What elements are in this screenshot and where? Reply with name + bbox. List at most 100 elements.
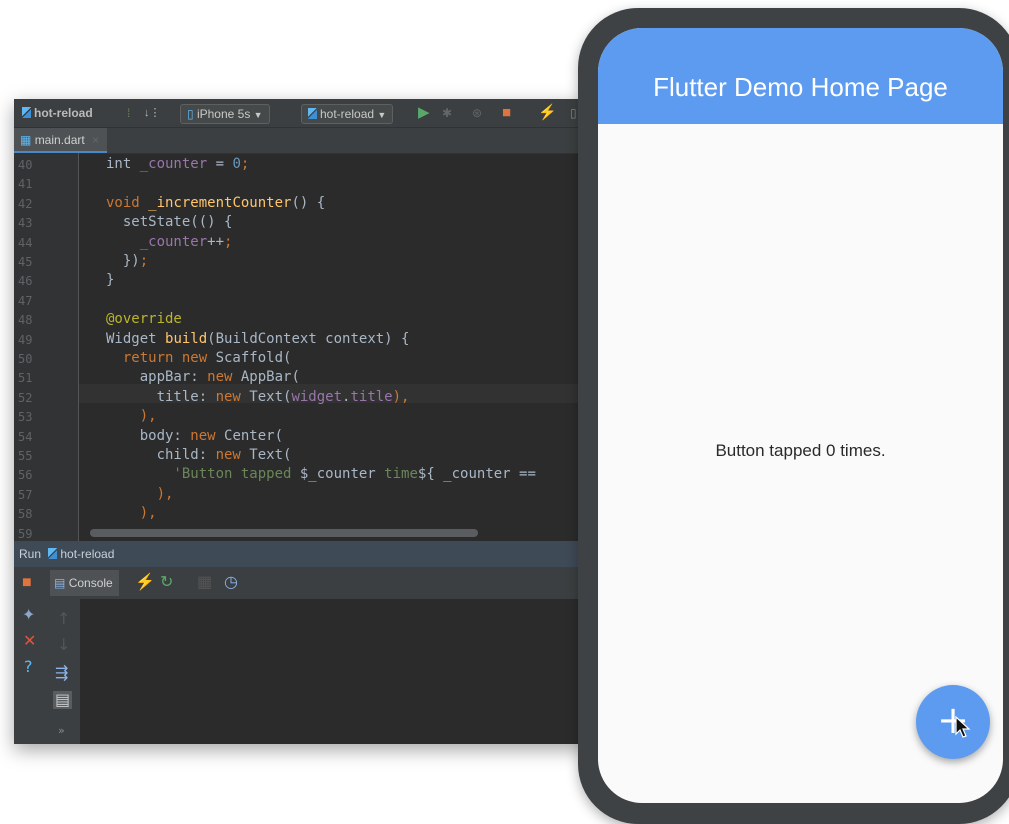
run-panel-header: Run hot-reload	[14, 541, 589, 567]
hot-reload-icon[interactable]: ⚡	[135, 575, 155, 591]
project-crumb[interactable]: hot-reload	[22, 104, 93, 122]
increment-fab-button[interactable]: +	[916, 685, 990, 759]
code-token: (BuildContext context) {	[207, 330, 410, 347]
close-icon[interactable]: ×	[92, 133, 99, 147]
code-token: child:	[106, 447, 216, 463]
tab-main-dart[interactable]: ▦ main.dart ×	[14, 128, 108, 153]
code-token: widget	[291, 388, 343, 405]
code-token: int	[106, 156, 140, 172]
line-number: 43	[18, 216, 33, 231]
code-line: appBar: new AppBar(	[106, 369, 300, 385]
code-token: ),	[106, 408, 157, 425]
run-config-label: hot-reload	[60, 547, 115, 561]
run-icon[interactable]: ▶	[418, 104, 430, 122]
line-number: 40	[18, 158, 33, 172]
line-number: 56	[18, 468, 33, 483]
code-token: 0	[232, 156, 241, 172]
code-token: Widget	[106, 330, 166, 347]
sort-icon[interactable]: ↓⋮	[144, 104, 161, 122]
line-number: 47	[18, 293, 33, 308]
code-token: void	[106, 194, 149, 211]
line-number: 58	[18, 507, 33, 522]
code-token: new	[215, 388, 250, 405]
timer-icon[interactable]: ◷	[224, 575, 238, 591]
scroll-to-end-icon[interactable]: ▤	[53, 691, 73, 709]
ide-toolbar: hot-reload ⁞ ↓⋮ ▯ iPhone 5s ▼ hot-reload…	[14, 99, 589, 128]
stop-icon[interactable]: ■	[22, 575, 32, 591]
chevron-down-icon: ▼	[253, 110, 263, 120]
arrow-down-icon[interactable]: ↓	[57, 637, 70, 653]
code-token: Scaffold(	[215, 350, 292, 366]
code-token: $_counter	[299, 466, 376, 483]
code-line: ),	[106, 408, 157, 424]
code-line: body: new Center(	[106, 428, 283, 444]
console-icon: ▤	[54, 576, 66, 590]
code-token: })	[106, 253, 140, 269]
device-selector[interactable]: ▯ iPhone 5s ▼	[180, 104, 270, 124]
more-icon[interactable]: »	[58, 723, 65, 739]
code-editor[interactable]: int _counter = 0; void _incrementCounter(…	[79, 153, 589, 541]
line-number: 49	[18, 332, 33, 347]
close-icon[interactable]: ✕	[23, 633, 36, 649]
tab-console[interactable]: ▤ Console	[50, 570, 119, 596]
console-side-toolbar: ↑ ↓ ⇶ ▤ »	[46, 599, 81, 744]
run-toolbar: ■ ▤ Console ⚡ ↻ ▦ ◷	[14, 567, 589, 600]
inspector-icon[interactable]: ▦	[197, 575, 212, 591]
hot-restart-icon[interactable]: ↻	[160, 575, 173, 591]
code-token: @override	[106, 311, 182, 328]
code-line: 'Button tapped $_counter time${ _counter…	[106, 466, 535, 483]
arrow-up-icon[interactable]: ↑	[57, 611, 70, 627]
line-number: 55	[18, 449, 33, 463]
code-token: ),	[106, 505, 157, 522]
code-line: Widget build(BuildContext context) {	[106, 331, 409, 347]
code-line: ),	[106, 505, 157, 521]
hot-reload-icon[interactable]: ⚡	[538, 104, 557, 122]
phone-frame: Flutter Demo Home Page Button tapped 0 t…	[578, 8, 1009, 824]
code-token: () {	[291, 194, 326, 211]
device-name: iPhone 5s	[196, 107, 251, 121]
flutter-icon	[22, 107, 31, 118]
code-token: Text(	[249, 388, 292, 405]
code-token: ++	[207, 233, 225, 250]
structure-icon[interactable]: ⁞	[127, 104, 130, 122]
soft-wrap-icon[interactable]: ⇶	[55, 665, 68, 681]
code-token: new	[207, 369, 241, 386]
run-config-name: hot-reload	[320, 107, 375, 121]
dart-file-icon: ▦	[20, 133, 32, 147]
chevron-down-icon: ▼	[377, 110, 387, 120]
run-config-selector[interactable]: hot-reload ▼	[301, 104, 394, 124]
line-number: 44	[18, 235, 33, 250]
code-token: ;	[139, 253, 149, 269]
pin-icon[interactable]: ✦	[22, 607, 35, 623]
attach-icon[interactable]: ⊛	[472, 104, 482, 122]
debug-icon[interactable]: ✱	[442, 104, 452, 122]
code-token: setState(() {	[106, 214, 233, 231]
line-number: 41	[18, 177, 33, 192]
flutter-icon	[48, 548, 58, 559]
stop-icon[interactable]: ■	[502, 104, 511, 122]
plus-icon: +	[937, 698, 969, 742]
ide-window: hot-reload ⁞ ↓⋮ ▯ iPhone 5s ▼ hot-reload…	[14, 99, 589, 744]
help-icon[interactable]: ?	[24, 659, 33, 675]
line-number: 48	[18, 313, 33, 328]
line-number: 51	[18, 371, 33, 386]
more-icon[interactable]: ▯	[570, 104, 577, 122]
horizontal-scrollbar[interactable]	[90, 529, 478, 537]
code-line: child: new Text(	[106, 447, 292, 463]
code-line: setState(() {	[106, 214, 233, 231]
code-token: Text(	[249, 447, 292, 463]
console-output[interactable]	[81, 599, 589, 744]
code-token: Center(	[224, 427, 284, 444]
code-token: _incrementCounter	[148, 194, 292, 211]
console-label: Console	[68, 576, 113, 590]
code-token: ),	[392, 388, 410, 405]
code-line: int _counter = 0;	[106, 156, 249, 172]
counter-text: Button tapped 0 times.	[715, 441, 886, 460]
code-token: title:	[106, 388, 216, 405]
code-line: void _incrementCounter() {	[106, 195, 325, 211]
app-bar: Flutter Demo Home Page	[598, 28, 1003, 124]
code-token: AppBar(	[240, 369, 300, 386]
mouse-pointer-icon	[955, 716, 971, 738]
run-side-toolbar: ✦ ✕ ?	[14, 599, 46, 744]
